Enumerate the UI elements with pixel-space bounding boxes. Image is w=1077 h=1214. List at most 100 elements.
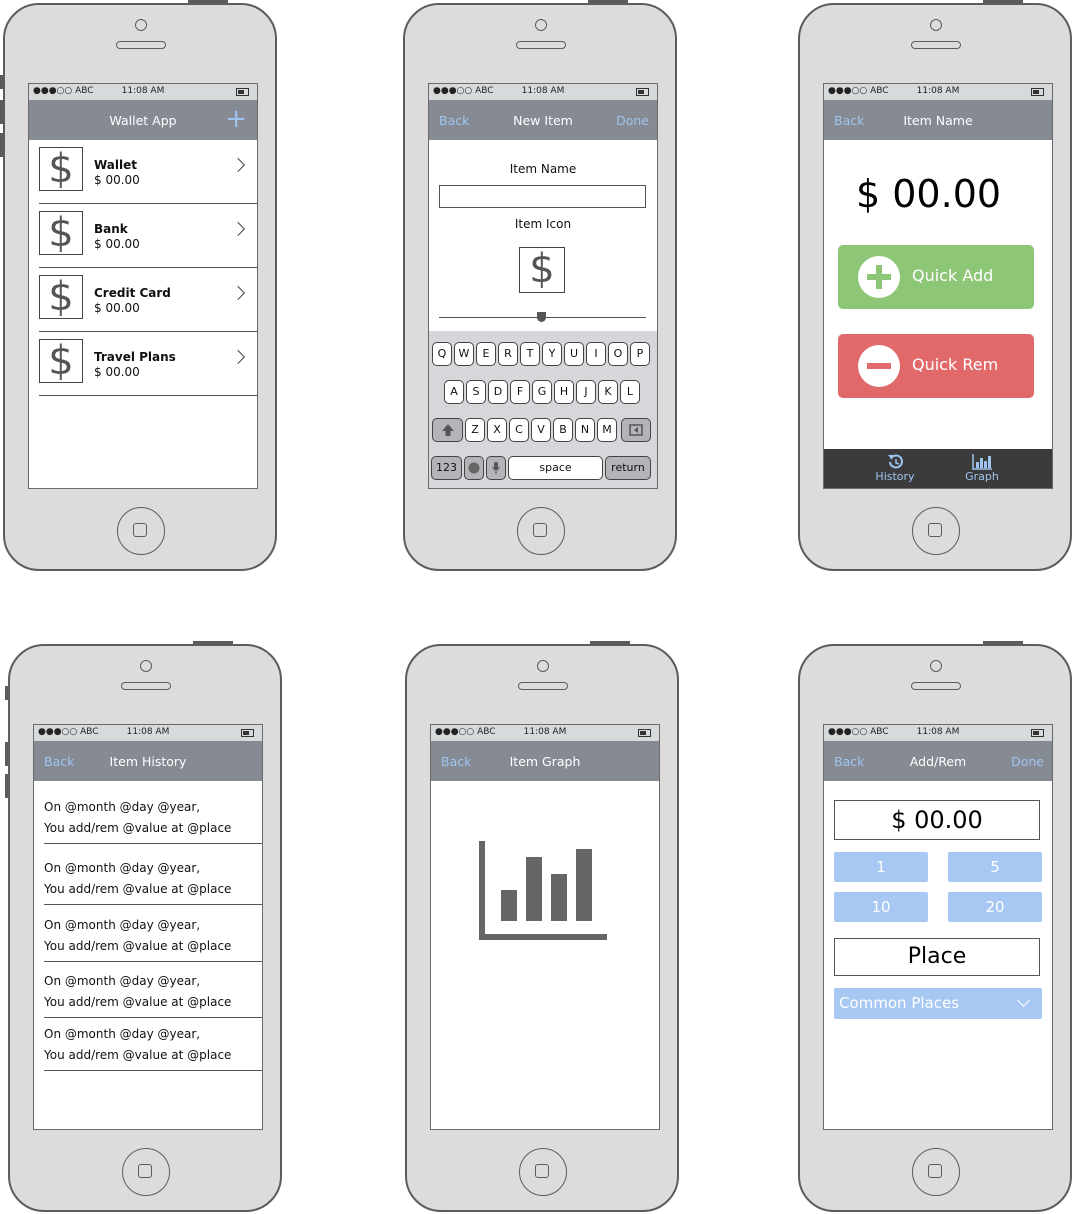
common-places-dropdown[interactable]: Common Places bbox=[834, 988, 1042, 1019]
key-p[interactable]: P bbox=[630, 342, 650, 366]
amount-button-10[interactable]: 10 bbox=[834, 892, 928, 922]
camera bbox=[930, 19, 942, 31]
common-places-label: Common Places bbox=[839, 994, 960, 1012]
key-x[interactable]: X bbox=[487, 418, 507, 442]
plus-icon[interactable]: + bbox=[225, 104, 247, 134]
key-o[interactable]: O bbox=[608, 342, 628, 366]
key-l[interactable]: L bbox=[620, 380, 640, 404]
key-i[interactable]: I bbox=[586, 342, 606, 366]
clock: 11:08 AM bbox=[126, 727, 170, 737]
item-name-input[interactable] bbox=[439, 185, 646, 208]
history-detail: You add/rem @value at @place bbox=[44, 821, 232, 835]
key-d[interactable]: D bbox=[488, 380, 508, 404]
list-item[interactable]: $ Travel Plans $ 00.00 bbox=[39, 332, 257, 396]
key-h[interactable]: H bbox=[554, 380, 574, 404]
item-name: Wallet bbox=[94, 158, 138, 172]
key-w[interactable]: W bbox=[454, 342, 474, 366]
globe-icon bbox=[468, 462, 480, 474]
status-bar: ●●●○○ ABC 11:08 AM bbox=[824, 84, 1052, 100]
camera bbox=[537, 660, 549, 672]
return-key[interactable]: return bbox=[605, 456, 651, 480]
done-button[interactable]: Done bbox=[616, 113, 649, 128]
screen: ●●●○○ ABC 11:08 AM Back Item Name $ 00.0… bbox=[823, 83, 1053, 489]
list-item[interactable]: $ Credit Card $ 00.00 bbox=[39, 268, 257, 332]
volume-button bbox=[0, 133, 3, 157]
top-button bbox=[188, 0, 228, 3]
key-b[interactable]: B bbox=[553, 418, 573, 442]
key-u[interactable]: U bbox=[564, 342, 584, 366]
shift-key[interactable] bbox=[432, 418, 463, 442]
backspace-key[interactable] bbox=[621, 418, 651, 442]
key-v[interactable]: V bbox=[531, 418, 551, 442]
key-m[interactable]: M bbox=[597, 418, 617, 442]
key-g[interactable]: G bbox=[532, 380, 552, 404]
screen: ●●●○○ ABC 11:08 AM Back New Item Done It… bbox=[428, 83, 658, 489]
bar-chart-placeholder-icon bbox=[479, 841, 607, 940]
key-e[interactable]: E bbox=[476, 342, 496, 366]
key-q[interactable]: Q bbox=[432, 342, 452, 366]
microphone-key[interactable] bbox=[486, 456, 506, 480]
chevron-right-icon bbox=[230, 157, 246, 173]
key-f[interactable]: F bbox=[510, 380, 530, 404]
key-t[interactable]: T bbox=[520, 342, 540, 366]
home-button[interactable] bbox=[912, 1148, 960, 1196]
volume-button bbox=[5, 742, 8, 766]
quick-add-button[interactable]: Quick Add bbox=[838, 245, 1034, 309]
tab-graph[interactable]: Graph bbox=[962, 453, 1002, 483]
home-button[interactable] bbox=[122, 1148, 170, 1196]
status-bar: ●●●○○ ABC 11:08 AM bbox=[824, 725, 1052, 741]
volume-button bbox=[0, 75, 3, 89]
home-button[interactable] bbox=[517, 507, 565, 555]
done-button[interactable]: Done bbox=[1011, 754, 1044, 769]
key-y[interactable]: Y bbox=[542, 342, 562, 366]
amount-button-5[interactable]: 5 bbox=[948, 852, 1042, 882]
key-s[interactable]: S bbox=[466, 380, 486, 404]
history-date: On @month @day @year, bbox=[44, 918, 201, 932]
home-button[interactable] bbox=[519, 1148, 567, 1196]
history-entry: On @month @day @year, You add/rem @value… bbox=[44, 858, 262, 905]
quick-rem-button[interactable]: Quick Rem bbox=[838, 334, 1034, 398]
history-entry: On @month @day @year, You add/rem @value… bbox=[44, 1024, 262, 1071]
tab-history-label: History bbox=[875, 470, 915, 483]
list-item[interactable]: $ Bank $ 00.00 bbox=[39, 204, 257, 268]
page-title: Item History bbox=[109, 754, 187, 769]
balance-amount: $ 00.00 bbox=[856, 172, 1002, 216]
clock: 11:08 AM bbox=[521, 86, 565, 96]
top-button bbox=[588, 0, 628, 3]
place-field[interactable]: Place bbox=[834, 938, 1040, 976]
key-n[interactable]: N bbox=[575, 418, 595, 442]
item-name-label: Item Name bbox=[509, 162, 577, 176]
status-bar: ●●●○○ ABC 11:08 AM bbox=[34, 725, 262, 741]
history-entry: On @month @day @year, You add/rem @value… bbox=[44, 915, 262, 962]
numbers-key[interactable]: 123 bbox=[431, 456, 462, 480]
clock: 11:08 AM bbox=[121, 86, 165, 96]
phone-item-graph: ●●●○○ ABC 11:08 AM Back Item Graph bbox=[405, 641, 679, 1212]
history-entry: On @month @day @year, You add/rem @value… bbox=[44, 797, 262, 844]
amount-button-1[interactable]: 1 bbox=[834, 852, 928, 882]
key-z[interactable]: Z bbox=[465, 418, 485, 442]
key-k[interactable]: K bbox=[598, 380, 618, 404]
space-key[interactable]: space bbox=[508, 456, 603, 480]
key-r[interactable]: R bbox=[498, 342, 518, 366]
home-button[interactable] bbox=[117, 507, 165, 555]
quick-add-label: Quick Add bbox=[912, 266, 994, 285]
key-a[interactable]: A bbox=[444, 380, 464, 404]
key-c[interactable]: C bbox=[509, 418, 529, 442]
clock: 11:08 AM bbox=[916, 86, 960, 96]
item-name: Credit Card bbox=[94, 286, 171, 300]
home-button[interactable] bbox=[912, 507, 960, 555]
chevron-right-icon bbox=[230, 349, 246, 365]
battery-icon bbox=[1031, 729, 1044, 737]
status-bar: ●●●○○ ABC 11:08 AM bbox=[431, 725, 659, 741]
tab-history[interactable]: History bbox=[872, 453, 918, 483]
slider-thumb[interactable] bbox=[537, 312, 546, 322]
screen: ●●●○○ ABC 11:08 AM Back Item Graph bbox=[430, 724, 660, 1130]
amount-field[interactable]: $ 00.00 bbox=[834, 800, 1040, 840]
globe-key[interactable] bbox=[464, 456, 484, 480]
home-square-icon bbox=[928, 523, 942, 537]
list-item[interactable]: $ Wallet $ 00.00 bbox=[39, 140, 257, 204]
volume-button bbox=[0, 100, 3, 124]
item-icon-picker[interactable]: $ bbox=[519, 247, 565, 293]
key-j[interactable]: J bbox=[576, 380, 596, 404]
amount-button-20[interactable]: 20 bbox=[948, 892, 1042, 922]
